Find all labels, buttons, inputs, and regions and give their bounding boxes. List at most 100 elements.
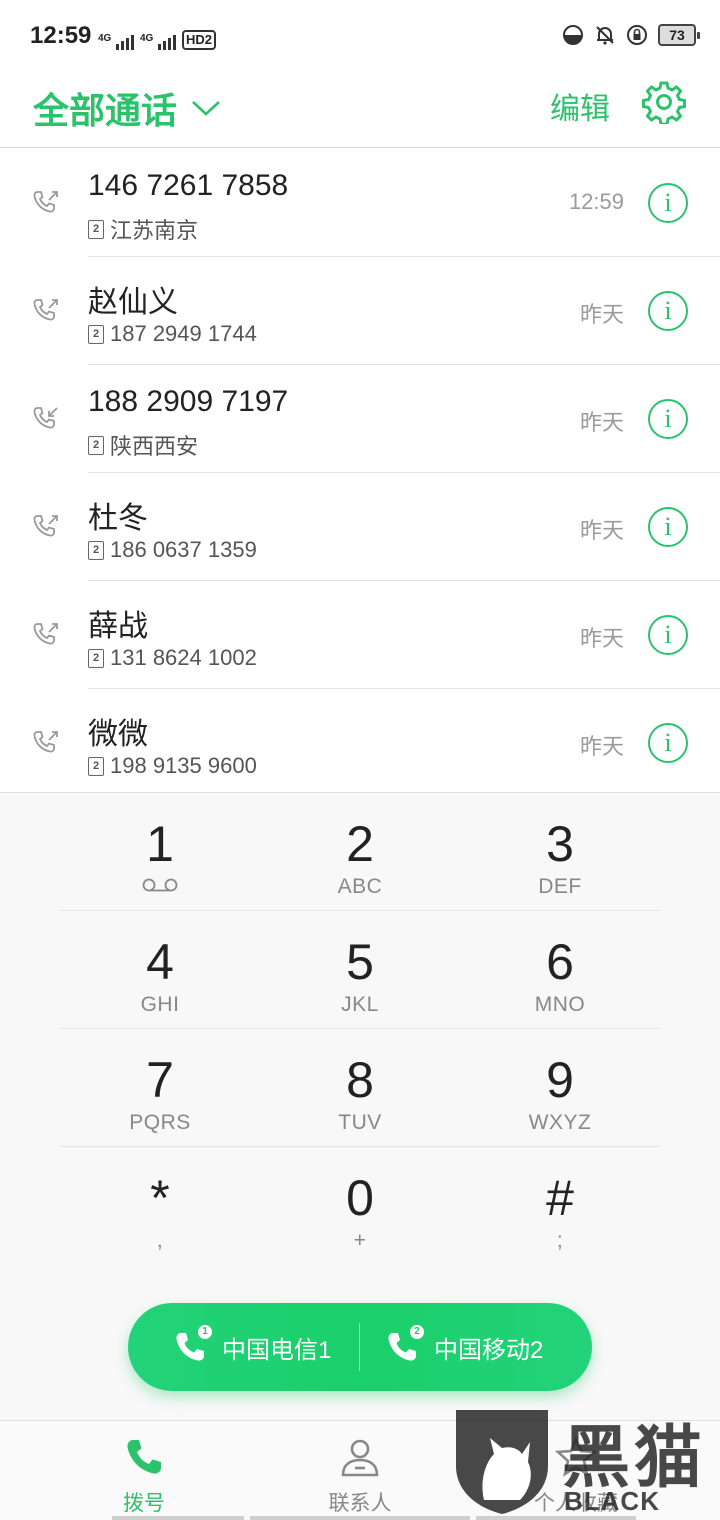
- caller-name: 杜冬: [88, 502, 148, 535]
- caller-detail-text: 131 8624 1002: [110, 645, 257, 670]
- dial-letters: JKL: [341, 993, 379, 1016]
- dial-digit: 8: [346, 1052, 374, 1108]
- dial-key-1[interactable]: 1: [60, 793, 260, 911]
- status-right-icons: 73: [562, 24, 700, 46]
- dial-letters: WXYZ: [528, 1111, 592, 1134]
- dialpad-row: 1 2 ABC 3 DEF: [60, 793, 660, 911]
- sim-card-icon: 2: [88, 756, 104, 776]
- dial-key-star[interactable]: *,: [60, 1147, 260, 1265]
- star-icon: [554, 1435, 598, 1477]
- call-log-row[interactable]: 赵仙义 2 187 2949 1744 昨天 i: [0, 257, 720, 365]
- voicemail-icon: [142, 878, 178, 892]
- call-time: 昨天: [579, 302, 624, 327]
- battery-icon: 73: [658, 24, 700, 46]
- dial-key-3[interactable]: 3 DEF: [460, 793, 660, 911]
- caller-detail: 2 187 2949 1744: [88, 321, 257, 347]
- bottom-navigation: 拨号 联系人 个人收藏: [0, 1420, 720, 1520]
- caller-name: 薛战: [88, 610, 148, 643]
- dial-digit: #: [546, 1170, 574, 1226]
- dual-sim-call-buttons: 1 中国电信1 2 中国移动2: [128, 1303, 592, 1391]
- info-icon[interactable]: i: [648, 399, 688, 439]
- dial-key-2[interactable]: 2 ABC: [260, 793, 460, 911]
- dial-letters: GHI: [140, 993, 180, 1016]
- dial-letters: ;: [556, 1229, 564, 1252]
- info-icon[interactable]: i: [648, 615, 688, 655]
- caller-name: 188 2909 7197: [88, 385, 289, 418]
- signal-indicators: 4G 4G HD2: [98, 22, 217, 50]
- info-icon[interactable]: i: [648, 723, 688, 763]
- call-filter-dropdown[interactable]: 全部通话: [33, 82, 221, 134]
- caller-name: 146 7261 7858: [88, 169, 289, 202]
- caller-detail-text: 198 9135 9600: [110, 753, 257, 778]
- dial-digit: 2: [346, 816, 374, 872]
- dial-letters: DEF: [538, 875, 582, 898]
- call-log-row[interactable]: 薛战 2 131 8624 1002 昨天 i: [0, 581, 720, 689]
- dial-key-7[interactable]: 7 PQRS: [60, 1029, 260, 1147]
- caller-detail: 2 131 8624 1002: [88, 645, 257, 671]
- status-bar: 12:59 4G 4G HD2 73: [0, 0, 720, 72]
- sim-button-divider: [359, 1323, 360, 1371]
- gear-icon[interactable]: [642, 80, 686, 124]
- dial-letters: TUV: [338, 1111, 382, 1134]
- call-sim2-button[interactable]: 2 中国移动2: [384, 1303, 543, 1391]
- call-log-row[interactable]: 188 2909 7197 2 陕西西安 昨天 i: [0, 365, 720, 473]
- caller-name: 赵仙义: [88, 286, 178, 319]
- info-icon[interactable]: i: [648, 507, 688, 547]
- sim-card-icon: 2: [88, 540, 104, 560]
- data-saver-icon: [563, 25, 583, 45]
- tab-contacts-label: 联系人: [328, 1492, 392, 1515]
- tab-favorites-label: 个人收藏: [534, 1492, 618, 1515]
- mute-bell-icon: [596, 26, 614, 45]
- call-log-row[interactable]: 微微 2 198 9135 9600 昨天 i: [0, 689, 720, 792]
- info-icon[interactable]: i: [648, 291, 688, 331]
- outgoing-call-icon: [33, 299, 58, 321]
- dial-key-9[interactable]: 9 WXYZ: [460, 1029, 660, 1147]
- dial-digit: 0: [346, 1170, 374, 1226]
- dial-key-8[interactable]: 8 TUV: [260, 1029, 460, 1147]
- dial-digit: *: [150, 1170, 170, 1226]
- dial-digit: 6: [546, 934, 574, 990]
- tab-contacts[interactable]: 联系人: [240, 1421, 480, 1520]
- hd-voice-icon: HD2: [182, 30, 217, 50]
- status-time: 12:59: [30, 22, 92, 49]
- outgoing-call-icon: [33, 191, 58, 213]
- dial-digit: 3: [546, 816, 574, 872]
- dialpad-row: *, 0 + #;: [60, 1147, 660, 1265]
- dialpad-row: 4 GHI 5 JKL 6 MNO: [60, 911, 660, 1029]
- dial-digit: 9: [546, 1052, 574, 1108]
- dial-digit: 1: [146, 816, 174, 872]
- nav-indicator-center: [250, 1516, 470, 1520]
- caller-detail: 2 江苏南京: [88, 213, 198, 245]
- sim1-label: 中国电信1: [222, 1336, 332, 1364]
- sim-card-icon: 2: [88, 324, 104, 344]
- dial-key-5[interactable]: 5 JKL: [260, 911, 460, 1029]
- call-time: 昨天: [579, 410, 624, 435]
- dial-key-hash[interactable]: #;: [460, 1147, 660, 1265]
- dial-key-4[interactable]: 4 GHI: [60, 911, 260, 1029]
- person-icon: [341, 1439, 379, 1477]
- caller-detail-text: 186 0637 1359: [110, 537, 257, 562]
- dial-key-6[interactable]: 6 MNO: [460, 911, 660, 1029]
- info-icon[interactable]: i: [648, 183, 688, 223]
- dial-digit: 7: [146, 1052, 174, 1108]
- tab-dialer-label: 拨号: [123, 1492, 165, 1515]
- tab-favorites[interactable]: 个人收藏: [456, 1421, 696, 1520]
- sim2-label: 中国移动2: [434, 1336, 544, 1364]
- tab-dialer[interactable]: 拨号: [24, 1421, 264, 1520]
- dial-key-0[interactable]: 0 +: [260, 1147, 460, 1265]
- sim-card-icon: 2: [88, 435, 104, 455]
- caller-detail: 2 198 9135 9600: [88, 753, 257, 779]
- call-log-row[interactable]: 杜冬 2 186 0637 1359 昨天 i: [0, 473, 720, 581]
- call-time: 昨天: [579, 626, 624, 651]
- header: 全部通话 编辑: [0, 72, 720, 148]
- edit-button[interactable]: 编辑: [550, 84, 610, 128]
- call-time: 12:59: [568, 189, 624, 214]
- call-time: 昨天: [579, 518, 624, 543]
- call-log-list[interactable]: 146 7261 7858 2 江苏南京 12:59 i 赵仙义 2 187 2949 174…: [0, 149, 720, 792]
- call-sim1-button[interactable]: 1 中国电信1: [172, 1303, 331, 1391]
- dial-letters: PQRS: [129, 1111, 191, 1134]
- dial-letters: ABC: [337, 875, 383, 898]
- caller-detail-text: 江苏南京: [110, 218, 199, 243]
- nav-indicator-right: [476, 1516, 636, 1520]
- call-log-row[interactable]: 146 7261 7858 2 江苏南京 12:59 i: [0, 149, 720, 257]
